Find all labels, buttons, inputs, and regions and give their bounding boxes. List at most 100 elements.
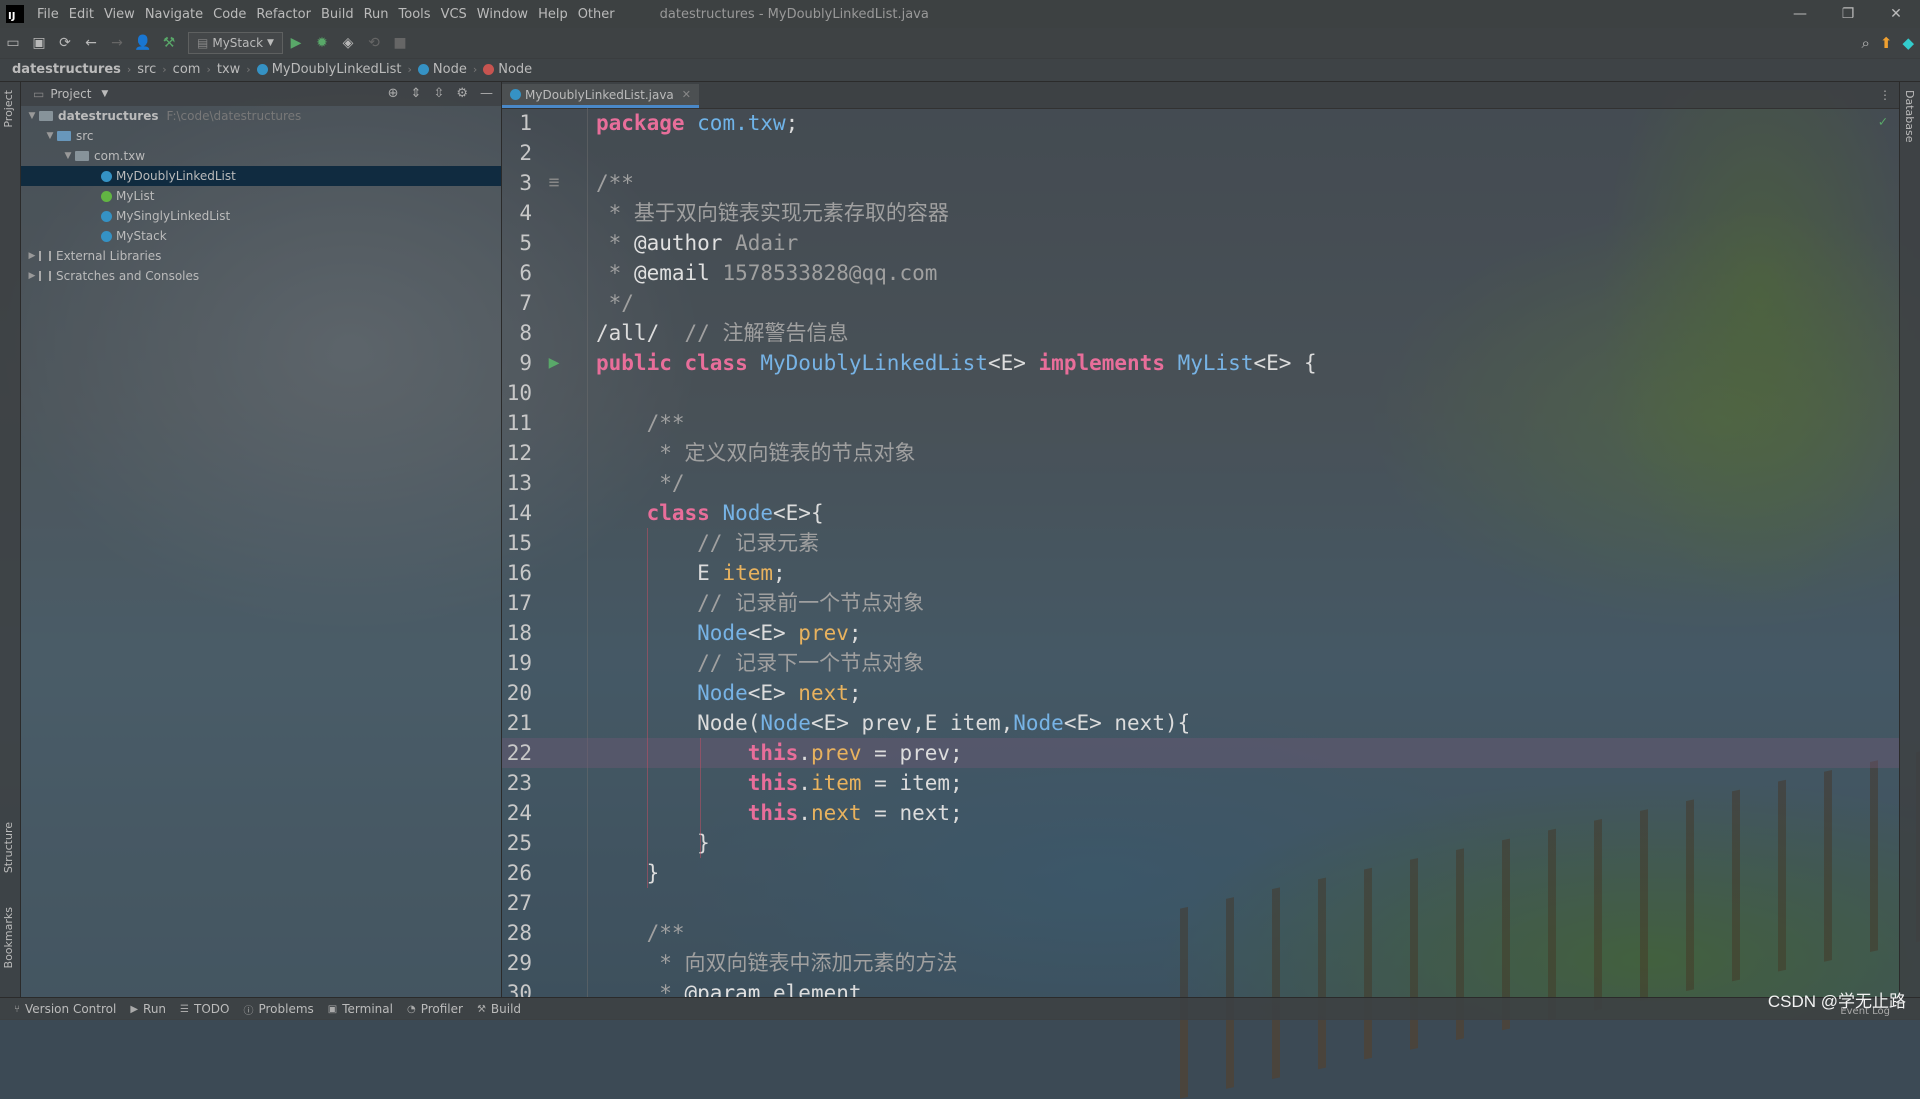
menu-file[interactable]: File — [32, 7, 64, 22]
breadcrumb-node-class[interactable]: Node — [417, 62, 467, 77]
code-line[interactable]: 9 ▶ public class MyDoublyLinkedList<E> imp… — [502, 348, 1899, 378]
line-number[interactable]: 16 — [502, 558, 532, 588]
line-number[interactable]: 24 — [502, 798, 532, 828]
line-number[interactable]: 5 — [502, 228, 532, 258]
breadcrumb-project[interactable]: datestructures — [12, 62, 121, 77]
menu-tools[interactable]: Tools — [394, 7, 436, 22]
coverage-icon[interactable]: ◈ — [335, 35, 361, 51]
build-tool[interactable]: ⚒ Build — [477, 1002, 521, 1016]
search-icon[interactable]: ⌕ — [1861, 34, 1869, 52]
tree-item-file-mylist[interactable]: MyList — [21, 186, 501, 206]
line-number[interactable]: 20 — [502, 678, 532, 708]
tree-item-project-root[interactable]: ▼ datestructures F:\code\datestructures — [21, 106, 501, 126]
code-line[interactable]: 28 /** — [502, 918, 1899, 948]
stop-icon[interactable]: ■ — [387, 35, 413, 51]
tree-item-file-mystack[interactable]: MyStack — [21, 226, 501, 246]
menu-run[interactable]: Run — [359, 7, 394, 22]
run-configuration-select[interactable]: ▤ MyStack ▼ — [188, 32, 283, 54]
update-icon[interactable]: ⬆ — [1880, 34, 1893, 52]
close-icon[interactable]: ✕ — [1872, 0, 1920, 28]
profiler-tool[interactable]: ◔ Profiler — [407, 1002, 463, 1016]
code-line[interactable]: 14 class Node<E>{ — [502, 498, 1899, 528]
todo-tool[interactable]: ☰ TODO — [180, 1002, 229, 1016]
run-tool[interactable]: ▶ Run — [130, 1002, 166, 1016]
line-number[interactable]: 29 — [502, 948, 532, 978]
menu-edit[interactable]: Edit — [64, 7, 99, 22]
breadcrumb-txw[interactable]: txw — [217, 62, 240, 77]
collapse-all-icon[interactable]: ⇳ — [433, 86, 444, 101]
line-number[interactable]: 22 — [502, 738, 532, 768]
tree-item-external-libraries[interactable]: ▶ External Libraries — [21, 246, 501, 266]
run-gutter-icon[interactable]: ▶ — [546, 348, 562, 378]
plugin-icon[interactable]: ◆ — [1902, 34, 1914, 52]
line-number[interactable]: 8 — [502, 318, 532, 348]
hide-panel-icon[interactable]: — — [480, 86, 493, 101]
line-number[interactable]: 7 — [502, 288, 532, 318]
close-tab-icon[interactable]: ✕ — [682, 88, 691, 101]
line-number[interactable]: 21 — [502, 708, 532, 738]
code-line[interactable]: 12 * 定义双向链表的节点对象 — [502, 438, 1899, 468]
version-control-tool[interactable]: ⑂ Version Control — [14, 1002, 116, 1016]
code-line[interactable]: 20 Node<E> next; — [502, 678, 1899, 708]
tree-item-package[interactable]: ▼ com.txw — [21, 146, 501, 166]
line-number[interactable]: 27 — [502, 888, 532, 918]
line-number[interactable]: 14 — [502, 498, 532, 528]
chevron-down-icon[interactable]: ▼ — [101, 89, 108, 99]
locate-icon[interactable]: ⊕ — [388, 86, 399, 101]
code-line[interactable]: 19 // 记录下一个节点对象 — [502, 648, 1899, 678]
menu-vcs[interactable]: VCS — [436, 7, 472, 22]
code-line[interactable]: 21 Node(Node<E> prev,E item,Node<E> next… — [502, 708, 1899, 738]
line-number[interactable]: 11 — [502, 408, 532, 438]
intellij-logo-icon[interactable]: IJ — [6, 5, 24, 23]
code-line[interactable]: 17 // 记录前一个节点对象 — [502, 588, 1899, 618]
debug-icon[interactable]: ✹ — [309, 35, 335, 51]
user-icon[interactable]: 👤 — [130, 35, 156, 51]
run-icon[interactable]: ▶ — [283, 35, 309, 51]
code-line[interactable]: 4 * 基于双向链表实现元素存取的容器 — [502, 198, 1899, 228]
code-line[interactable]: 2 — [502, 138, 1899, 168]
code-line[interactable]: 24 this.next = next; — [502, 798, 1899, 828]
code-line[interactable]: 29 * 向双向链表中添加元素的方法 — [502, 948, 1899, 978]
code-line[interactable]: 22 this.prev = prev; — [502, 738, 1899, 768]
code-line[interactable]: 30 * @param element — [502, 978, 1899, 997]
project-tool-tab[interactable]: Project — [2, 90, 15, 128]
code-line[interactable]: 10 — [502, 378, 1899, 408]
code-line[interactable]: 26 } — [502, 858, 1899, 888]
code-line[interactable]: 15 // 记录元素 — [502, 528, 1899, 558]
build-hammer-icon[interactable]: ⚒ — [156, 35, 182, 51]
line-number[interactable]: 6 — [502, 258, 532, 288]
breadcrumb-src[interactable]: src — [137, 62, 156, 77]
line-number[interactable]: 28 — [502, 918, 532, 948]
chevron-down-icon[interactable]: ▼ — [25, 111, 39, 121]
line-number[interactable]: 9 — [502, 348, 532, 378]
breadcrumb-class[interactable]: MyDoublyLinkedList — [256, 62, 402, 77]
line-number[interactable]: 25 — [502, 828, 532, 858]
expand-all-icon[interactable]: ⇕ — [411, 86, 422, 101]
menu-window[interactable]: Window — [472, 7, 533, 22]
open-folder-icon[interactable]: ▭ — [0, 35, 26, 51]
line-number[interactable]: 12 — [502, 438, 532, 468]
menu-view[interactable]: View — [99, 7, 140, 22]
menu-help[interactable]: Help — [533, 7, 573, 22]
line-number[interactable]: 2 — [502, 138, 532, 168]
line-number[interactable]: 13 — [502, 468, 532, 498]
code-line[interactable]: 27 — [502, 888, 1899, 918]
gear-icon[interactable]: ⚙ — [456, 86, 468, 101]
bookmarks-tool-tab[interactable]: Bookmarks — [2, 907, 15, 968]
menu-navigate[interactable]: Navigate — [140, 7, 208, 22]
project-panel-title[interactable]: Project — [50, 87, 91, 101]
profile-icon[interactable]: ⟲ — [361, 35, 387, 51]
line-number[interactable]: 23 — [502, 768, 532, 798]
chevron-down-icon[interactable]: ▼ — [61, 151, 75, 161]
code-line[interactable]: 11 /** — [502, 408, 1899, 438]
code-line[interactable]: 13 */ — [502, 468, 1899, 498]
menu-build[interactable]: Build — [316, 7, 359, 22]
chevron-down-icon[interactable]: ▼ — [43, 131, 57, 141]
line-number[interactable]: 17 — [502, 588, 532, 618]
more-options-icon[interactable]: ⋮ — [1879, 88, 1891, 102]
breadcrumb-com[interactable]: com — [173, 62, 201, 77]
menu-code[interactable]: Code — [208, 7, 251, 22]
line-number[interactable]: 30 — [502, 978, 532, 997]
code-line[interactable]: 7 */ — [502, 288, 1899, 318]
code-line[interactable]: 6 * @email 1578533828@qq.com — [502, 258, 1899, 288]
